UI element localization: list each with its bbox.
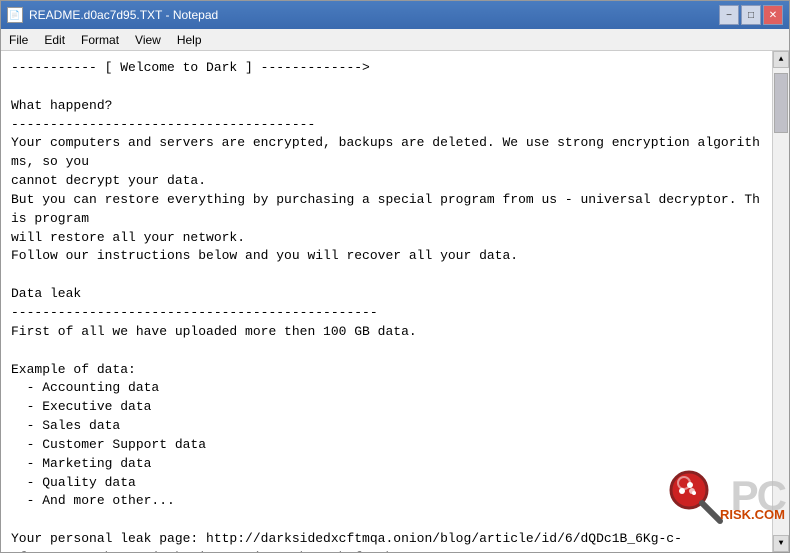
menu-format[interactable]: Format: [73, 31, 127, 49]
title-bar-left: 📄 README.d0ac7d95.TXT - Notepad: [7, 7, 218, 23]
scroll-down-button[interactable]: ▼: [773, 535, 789, 552]
notepad-icon: 📄: [7, 7, 23, 23]
scroll-up-button[interactable]: ▲: [773, 51, 789, 68]
menu-edit[interactable]: Edit: [36, 31, 73, 49]
scroll-thumb[interactable]: [774, 73, 788, 133]
title-bar: 📄 README.d0ac7d95.TXT - Notepad − □ ✕: [1, 1, 789, 29]
menu-help[interactable]: Help: [169, 31, 210, 49]
menu-file[interactable]: File: [1, 31, 36, 49]
content-wrapper: ----------- [ Welcome to Dark ] --------…: [1, 51, 789, 552]
maximize-button[interactable]: □: [741, 5, 761, 25]
minimize-button[interactable]: −: [719, 5, 739, 25]
close-button[interactable]: ✕: [763, 5, 783, 25]
notepad-window: 📄 README.d0ac7d95.TXT - Notepad − □ ✕ Fi…: [0, 0, 790, 553]
text-content[interactable]: ----------- [ Welcome to Dark ] --------…: [1, 51, 772, 552]
menu-view[interactable]: View: [127, 31, 169, 49]
scrollbar[interactable]: ▲ ▼: [772, 51, 789, 552]
scroll-track[interactable]: [773, 68, 789, 535]
menu-bar: File Edit Format View Help: [1, 29, 789, 51]
window-controls: − □ ✕: [719, 5, 783, 25]
window-title: README.d0ac7d95.TXT - Notepad: [29, 8, 218, 22]
